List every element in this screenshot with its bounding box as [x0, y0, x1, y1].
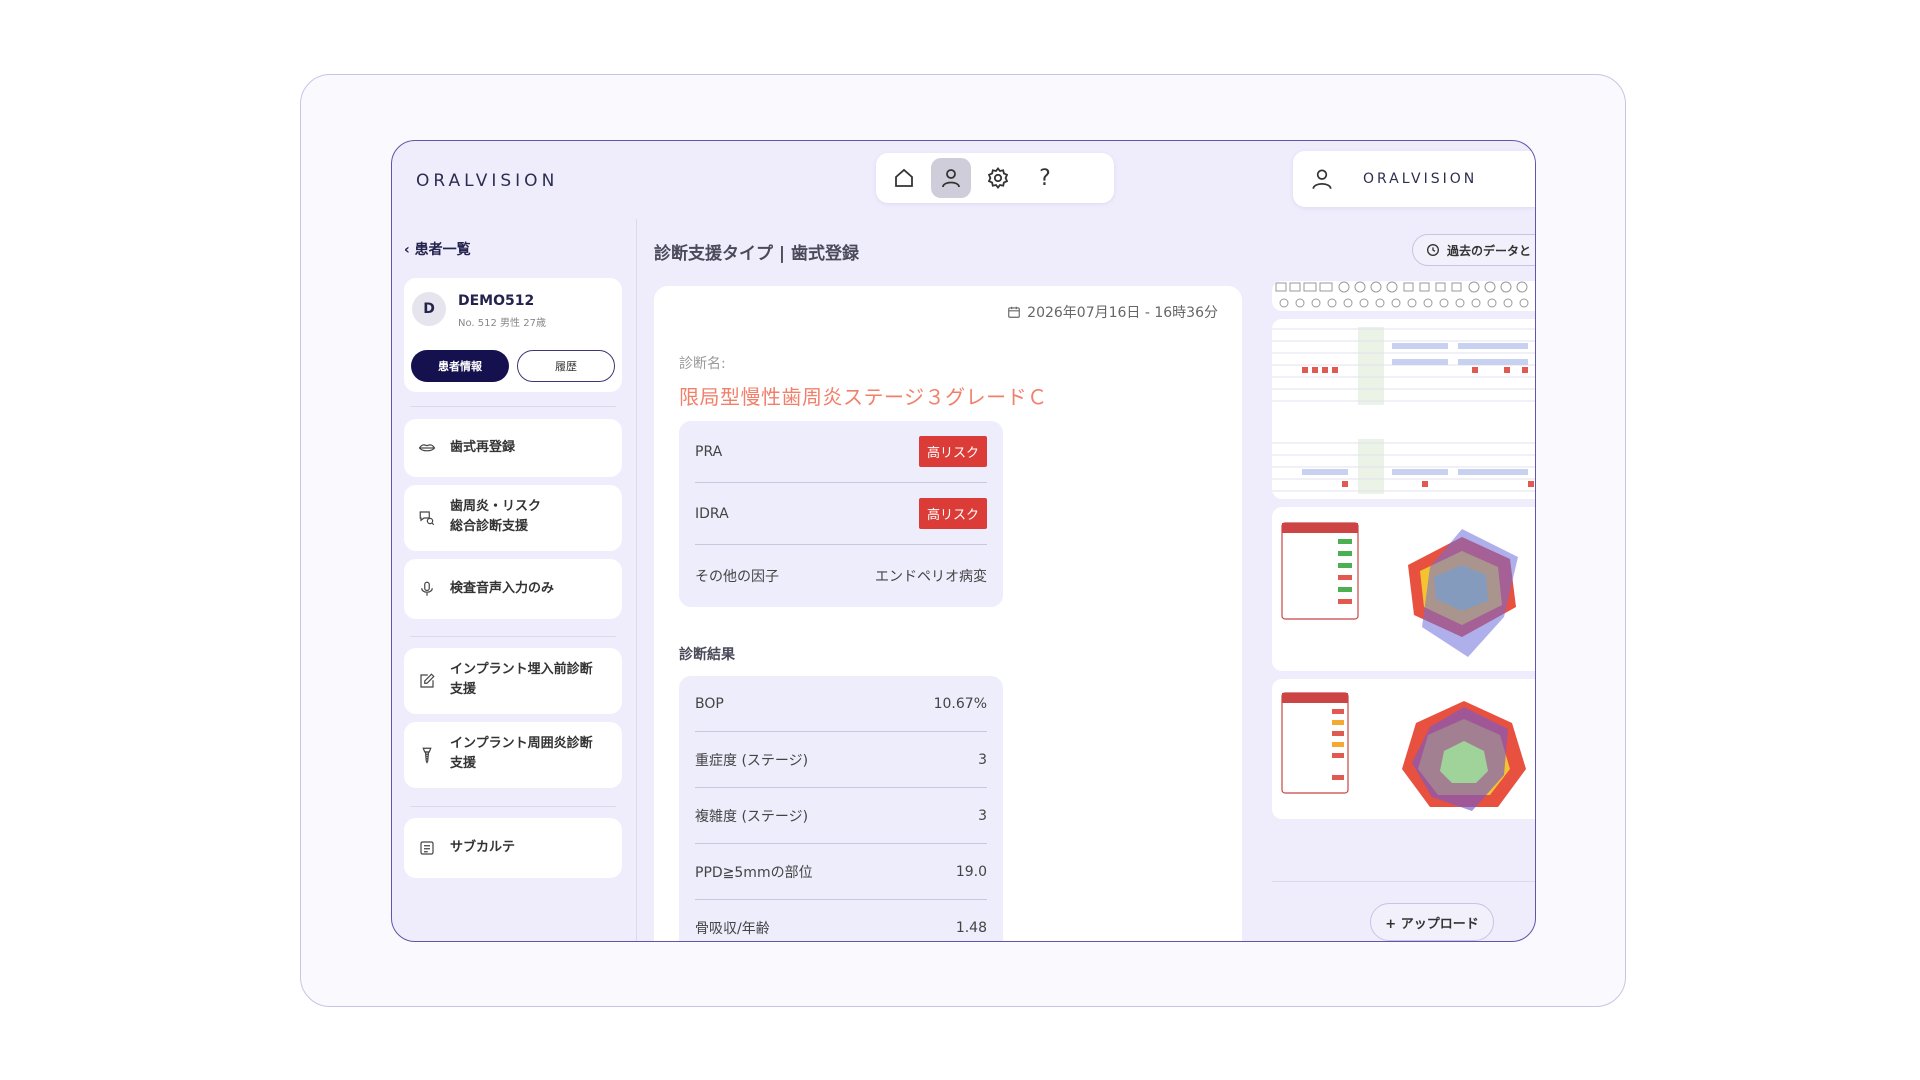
sidebar-item-voice-input[interactable]: 検査音声入力のみ	[404, 559, 622, 619]
patient-card: D DEMO512 No. 512 男性 27歳 患者情報 履歴	[404, 278, 622, 392]
radar-report-preview	[1281, 522, 1518, 657]
result-value: 3	[978, 807, 987, 824]
date-text: 2026年07月16日 - 16時36分	[1027, 305, 1218, 321]
sidebar-item-sub-chart[interactable]: サブカルテ	[404, 818, 622, 878]
result-row: 重症度 (ステージ) 3	[695, 732, 987, 788]
sidebar-item-implant-pre[interactable]: インプラント埋入前診断 支援	[404, 648, 622, 714]
risk-badge: 高リスク	[918, 498, 987, 529]
risk-badge: 高リスク	[918, 436, 987, 467]
divider	[410, 636, 616, 637]
results-panel: BOP 10.67% 重症度 (ステージ) 3 複雑度 (ステージ) 3 PPD…	[679, 676, 1003, 941]
sidebar-item-label: 歯周炎・リスク 総合診断支援	[450, 499, 542, 534]
history-data-button[interactable]: 過去のデータと	[1412, 234, 1535, 266]
back-to-patient-list[interactable]: ‹ 患者一覧	[404, 239, 471, 259]
sidebar-item-label: サブカルテ	[450, 840, 516, 855]
divider	[1272, 881, 1535, 882]
account-logo: ORALVISION	[1363, 171, 1478, 187]
chat-search-icon	[419, 511, 435, 526]
gear-icon	[987, 167, 1009, 189]
document-icon	[420, 841, 434, 855]
patient-meta: No. 512 男性 27歳	[458, 318, 546, 329]
page-title: 診断支援タイプ | 歯式登録	[654, 244, 860, 264]
radar-report-preview	[1281, 692, 1526, 811]
risk-value: エンドペリオ病変	[875, 569, 987, 585]
nav-settings-button[interactable]	[978, 158, 1018, 198]
sidebar-item-label: 歯式再登録	[450, 440, 516, 455]
diagnosis-label: 診断名:	[679, 356, 726, 372]
calendar-icon	[1008, 306, 1020, 318]
risk-row: IDRA 高リスク	[695, 483, 987, 545]
help-icon: ?	[1039, 165, 1051, 191]
sidebar-divider	[636, 219, 637, 941]
account-menu[interactable]: ORALVISION	[1293, 151, 1535, 207]
result-label: 重症度 (ステージ)	[695, 752, 809, 769]
user-icon	[1312, 169, 1332, 190]
risk-label: PRA	[695, 443, 723, 460]
result-label: 複雑度 (ステージ)	[695, 808, 809, 825]
nav-help-button[interactable]: ?	[1025, 158, 1065, 198]
app-screen: ORALVISION ? ORALVISION ‹ 患者一覧 D DEMO512…	[391, 140, 1536, 942]
result-row: PPD≧5mmの部位 19.0	[695, 844, 987, 900]
result-row: 骨吸収/年齢 1.48	[695, 900, 987, 941]
sidebar-item-perio-risk[interactable]: 歯周炎・リスク 総合診断支援	[404, 485, 622, 551]
patient-info-button[interactable]: 患者情報	[411, 350, 509, 382]
record-date: 2026年07月16日 - 16時36分	[1007, 302, 1218, 322]
result-value: 1.48	[955, 920, 987, 936]
risk-row: PRA 高リスク	[695, 421, 987, 483]
divider	[410, 806, 616, 807]
result-label: BOP	[695, 695, 724, 712]
nav-home-button[interactable]	[884, 158, 924, 198]
diagnosis-name: 限局型慢性歯周炎ステージ３グレードＣ	[679, 385, 1048, 409]
result-value: 3	[978, 751, 987, 768]
tooth-chart-preview	[1275, 281, 1529, 308]
sidebar-item-label: 検査音声入力のみ	[450, 581, 555, 596]
mic-icon	[421, 581, 433, 596]
result-value: 10.67%	[933, 695, 987, 712]
home-icon	[895, 168, 913, 187]
result-row: 複雑度 (ステージ) 3	[695, 788, 987, 844]
risk-row: その他の因子 エンドペリオ病変	[695, 545, 987, 607]
implant-icon	[422, 747, 432, 764]
result-row: BOP 10.67%	[695, 676, 987, 732]
back-label: 患者一覧	[414, 242, 471, 258]
divider	[410, 406, 616, 407]
result-value: 19.0	[955, 863, 987, 880]
avatar: D	[412, 292, 446, 326]
sidebar-item-implant-peri[interactable]: インプラント周囲炎診断 支援	[404, 722, 622, 788]
sidebar-item-label: インプラント埋入前診断 支援	[450, 662, 593, 697]
result-label: PPD≧5mmの部位	[695, 864, 813, 881]
upload-button[interactable]: + アップロード	[1370, 903, 1494, 941]
lips-icon	[418, 444, 436, 452]
thumbnail-teeth[interactable]	[1272, 281, 1535, 311]
results-label: 診断結果	[679, 647, 735, 663]
sidebar-item-label: インプラント周囲炎診断 支援	[450, 736, 593, 771]
risk-label: その他の因子	[695, 569, 779, 585]
thumbnail-radar-report-1[interactable]	[1272, 507, 1535, 671]
perio-chart-preview	[1272, 327, 1535, 494]
sidebar-item-dental-chart[interactable]: 歯式再登録	[404, 419, 622, 477]
history-icon	[1427, 244, 1439, 256]
app-logo[interactable]: ORALVISION	[416, 171, 558, 191]
user-icon	[942, 169, 960, 188]
thumbnail-perio-chart[interactable]	[1272, 319, 1535, 499]
thumbnail-radar-report-2[interactable]	[1272, 679, 1535, 819]
nav-patient-button[interactable]	[931, 158, 971, 198]
top-nav: ?	[876, 153, 1114, 203]
diagnosis-card: 2026年07月16日 - 16時36分 診断名: 限局型慢性歯周炎ステージ３グ…	[654, 286, 1242, 941]
risk-label: IDRA	[695, 505, 729, 522]
result-label: 骨吸収/年齢	[695, 921, 770, 937]
history-button-label: 過去のデータと	[1447, 243, 1532, 258]
edit-icon	[420, 673, 435, 688]
patient-history-button[interactable]: 履歴	[517, 350, 615, 382]
patient-name: DEMO512	[458, 293, 535, 309]
risk-panel: PRA 高リスク IDRA 高リスク その他の因子 エンドペリオ病変	[679, 421, 1003, 607]
